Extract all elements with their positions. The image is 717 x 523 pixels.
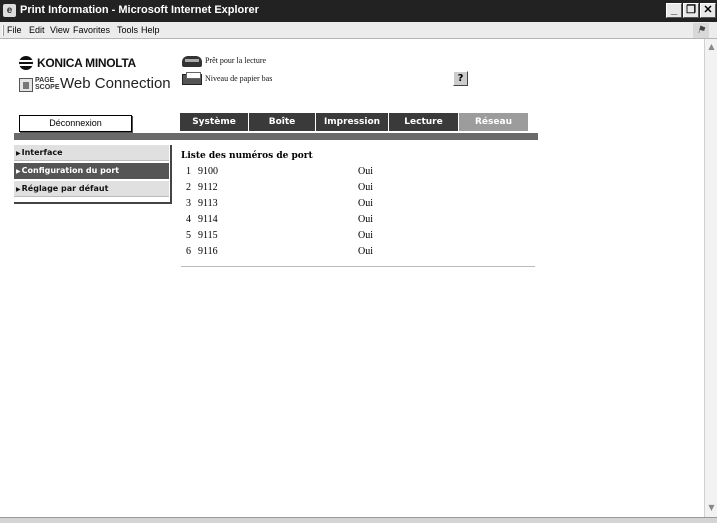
tab-boite[interactable]: Boîte	[249, 113, 316, 131]
port-enabled-value: Oui	[358, 214, 373, 225]
port-number: 9100	[198, 166, 218, 177]
maximize-button[interactable]: ❐	[683, 3, 699, 18]
pagescope-wordmark: PAGE SCOPE	[35, 77, 60, 91]
port-row-number: 1	[186, 166, 191, 177]
menu-grip[interactable]	[2, 25, 4, 36]
scroll-up-icon[interactable]: ▲	[706, 41, 717, 52]
help-button[interactable]: ?	[453, 71, 468, 86]
arrow-right-icon: ▶	[16, 168, 21, 175]
port-list-title: Liste des numéros de port	[181, 151, 313, 161]
sidebar-item-label: Interface	[21, 148, 63, 157]
port-row: 3 9113 Oui	[186, 198, 386, 212]
logout-button[interactable]: Déconnexion	[19, 115, 132, 132]
port-row: 2 9112 Oui	[186, 182, 386, 196]
port-row-number: 3	[186, 198, 191, 209]
port-enabled-value: Oui	[358, 182, 373, 193]
port-row: 4 9114 Oui	[186, 214, 386, 228]
product-name: Web Connection	[60, 75, 171, 92]
port-enabled-value: Oui	[358, 246, 373, 257]
paper-tray-icon	[182, 72, 202, 85]
tab-systeme[interactable]: Système	[180, 113, 249, 131]
pagescope-icon	[19, 78, 33, 92]
tab-reseau[interactable]: Réseau	[459, 113, 529, 131]
port-number: 9116	[198, 246, 218, 257]
port-enabled-value: Oui	[358, 198, 373, 209]
port-enabled-value: Oui	[358, 230, 373, 241]
port-row: 1 9100 Oui	[186, 166, 386, 180]
vertical-scrollbar[interactable]: ▲ ▼	[704, 39, 717, 517]
port-row-number: 2	[186, 182, 191, 193]
browser-status-bar	[0, 517, 717, 523]
port-row-number: 6	[186, 246, 191, 257]
status-paper-label: Niveau de papier bas	[205, 74, 273, 83]
list-divider	[181, 266, 535, 267]
sidebar-item-interface[interactable]: ▶Interface	[14, 145, 169, 161]
menu-edit[interactable]: Edit	[29, 25, 45, 35]
menu-file[interactable]: File	[7, 25, 22, 35]
page-content: KONICA MINOLTA PAGE SCOPE Web Connection…	[0, 39, 704, 517]
window-title: Print Information - Microsoft Internet E…	[20, 4, 259, 16]
sidebar-item-label: Configuration du port	[21, 166, 120, 175]
arrow-right-icon: ▶	[16, 186, 21, 193]
port-row-number: 4	[186, 214, 191, 225]
tab-impression[interactable]: Impression	[316, 113, 389, 131]
scroll-down-icon[interactable]: ▼	[706, 502, 717, 513]
status-ready-label: Prêt pour la lecture	[205, 56, 267, 65]
brand-name: KONICA MINOLTA	[37, 56, 136, 70]
minimize-button[interactable]: _	[666, 3, 682, 18]
window-title-bar[interactable]: e Print Information - Microsoft Internet…	[0, 0, 717, 22]
arrow-right-icon: ▶	[16, 150, 21, 157]
menu-tools[interactable]: Tools	[117, 25, 138, 35]
port-number: 9112	[198, 182, 218, 193]
tab-underline-bar	[14, 133, 538, 140]
port-enabled-value: Oui	[358, 166, 373, 177]
menu-view[interactable]: View	[50, 25, 69, 35]
close-button[interactable]: ✕	[700, 3, 716, 18]
port-row-number: 5	[186, 230, 191, 241]
sidebar-item-configuration-du-port[interactable]: ▶Configuration du port	[14, 163, 169, 179]
sidebar-item-reglage-par-defaut[interactable]: ▶Réglage par défaut	[14, 181, 169, 197]
menu-help[interactable]: Help	[141, 25, 160, 35]
menu-bar: File Edit View Favorites Tools Help ⚑	[0, 22, 717, 39]
sidebar-bottom-border	[14, 202, 172, 204]
pagescope-line2: SCOPE	[35, 84, 60, 91]
port-number: 9113	[198, 198, 218, 209]
sidebar-right-border	[170, 145, 172, 202]
port-row: 5 9115 Oui	[186, 230, 386, 244]
menu-favorites[interactable]: Favorites	[73, 25, 110, 35]
port-row: 6 9116 Oui	[186, 246, 386, 260]
windows-flag-icon: ⚑	[693, 23, 709, 38]
port-number: 9114	[198, 214, 218, 225]
ie-window-icon[interactable]: e	[3, 4, 16, 17]
printer-status-icon	[182, 56, 202, 67]
konica-globe-icon	[19, 56, 33, 70]
pagescope-line1: PAGE	[35, 77, 55, 84]
tab-lecture[interactable]: Lecture	[389, 113, 459, 131]
port-number: 9115	[198, 230, 218, 241]
sidebar-item-label: Réglage par défaut	[21, 184, 109, 193]
